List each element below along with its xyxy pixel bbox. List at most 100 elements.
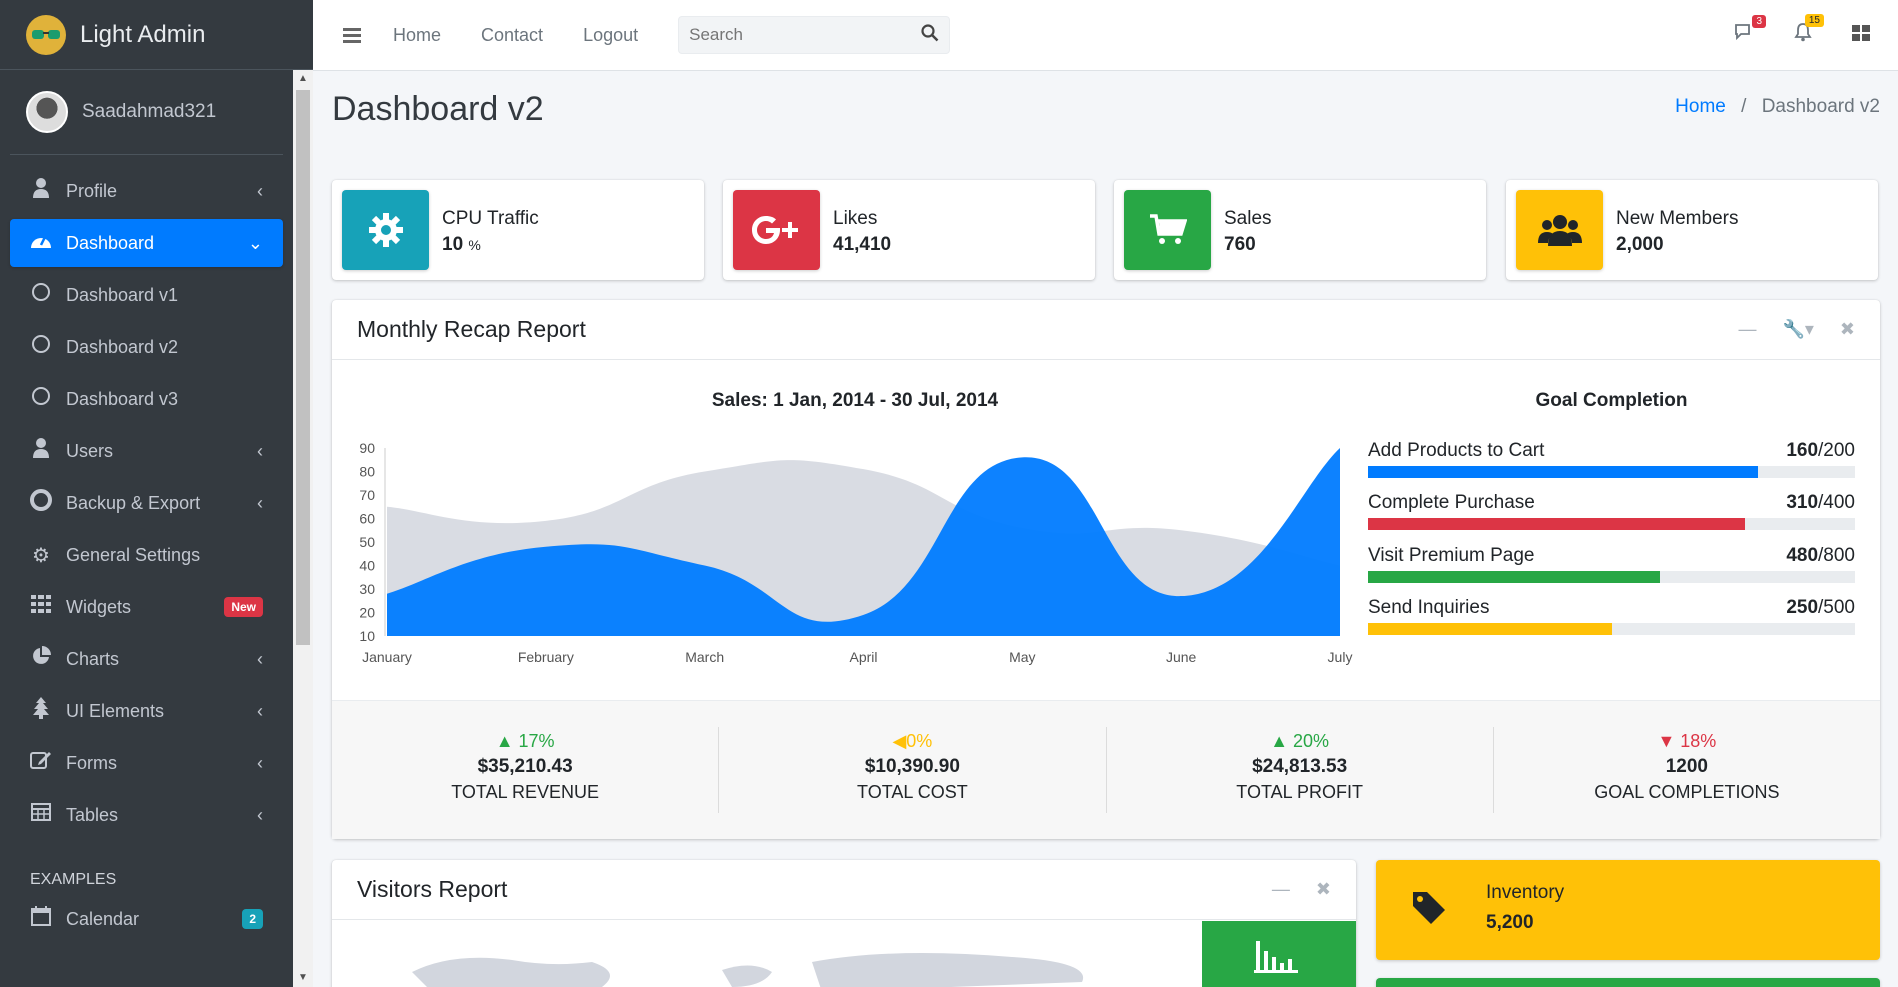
sidebar-item-label: Backup & Export xyxy=(66,492,201,513)
sidebar-item-label: Dashboard xyxy=(66,232,155,253)
scrollbar-thumb[interactable] xyxy=(296,90,310,645)
sidebar-item-tables[interactable]: Tables ‹ xyxy=(10,791,283,839)
y-tick-label: 20 xyxy=(359,605,375,621)
topbar: Home Contact Logout 3 15 xyxy=(313,0,1898,71)
stat-percent: ▼ 18% xyxy=(1657,731,1717,751)
user-icon xyxy=(28,178,54,204)
stat-percent: ◀0% xyxy=(892,731,933,751)
caret-up-icon: ▲ xyxy=(495,731,514,751)
goal-progress: Send Inquiries 250/500 xyxy=(1368,597,1855,635)
x-tick-label: February xyxy=(518,649,574,665)
inventory-box: Inventory 5,200 xyxy=(1376,860,1880,960)
sidebar-item-backup-export[interactable]: Backup & Export ‹ xyxy=(10,479,283,527)
x-tick-label: July xyxy=(1328,649,1353,665)
pie-chart-icon xyxy=(28,646,54,672)
sidebar-item-profile[interactable]: Profile ‹ xyxy=(10,167,283,215)
circle-icon xyxy=(28,283,54,307)
stat-label: GOAL COMPLETIONS xyxy=(1594,782,1780,802)
inventory-value: 5,200 xyxy=(1486,912,1534,933)
menu-toggle-icon[interactable] xyxy=(343,25,361,46)
breadcrumb: Home / Dashboard v2 xyxy=(1675,96,1880,118)
stat-total-profit: ▲ 20% $24,813.53 TOTAL PROFIT xyxy=(1107,727,1494,813)
sidebar-nav: Profile ‹ Dashboard ⌄ Dashboard v1 Dashb… xyxy=(0,155,293,839)
nav-link-contact[interactable]: Contact xyxy=(481,25,543,46)
sidebar-item-charts[interactable]: Charts ‹ xyxy=(10,635,283,683)
stat-amount: 1200 xyxy=(1665,756,1709,777)
y-tick-label: 90 xyxy=(359,440,375,456)
sidebar-item-label: Charts xyxy=(66,648,120,669)
chevron-left-icon: ‹ xyxy=(257,804,263,825)
info-box-value: 760 xyxy=(1224,234,1256,255)
stat-goal-completions: ▼ 18% 1200 GOAL COMPLETIONS xyxy=(1494,727,1880,813)
goal-label: Send Inquiries xyxy=(1368,597,1490,618)
stat-total-revenue: ▲ 17% $35,210.43 TOTAL REVENUE xyxy=(332,727,720,813)
nav-link-home[interactable]: Home xyxy=(393,25,441,46)
info-box-label: CPU Traffic xyxy=(442,208,539,229)
y-tick-label: 30 xyxy=(359,581,375,597)
close-icon[interactable]: ✖ xyxy=(1840,319,1855,340)
sidebar: Light Admin Saadahmad321 Profile ‹ Dashb… xyxy=(0,0,313,987)
sidebar-item-general-settings[interactable]: ⚙ General Settings xyxy=(10,531,283,579)
sidebar-item-dashboard[interactable]: Dashboard ⌄ xyxy=(10,219,283,267)
scroll-up-icon[interactable]: ▲ xyxy=(293,70,313,88)
sidebar-item-ui-elements[interactable]: UI Elements ‹ xyxy=(10,687,283,735)
search-input[interactable] xyxy=(679,25,912,45)
breadcrumb-home[interactable]: Home xyxy=(1675,96,1726,117)
search-icon[interactable] xyxy=(911,23,949,47)
tag-icon xyxy=(1411,890,1447,931)
sidebar-item-label: Calendar xyxy=(66,908,140,929)
wrench-icon[interactable]: 🔧▾ xyxy=(1782,319,1813,340)
goal-value: 480/800 xyxy=(1786,545,1855,566)
info-box-label: New Members xyxy=(1616,208,1739,229)
goal-completion-title: Goal Completion xyxy=(1535,390,1688,411)
close-icon[interactable]: ✖ xyxy=(1316,879,1331,900)
sidebar-item-dashboard-v1[interactable]: Dashboard v1 xyxy=(10,271,283,319)
nav-link-logout[interactable]: Logout xyxy=(583,25,638,46)
breadcrumb-separator: / xyxy=(1741,96,1747,117)
life-ring-icon xyxy=(28,489,54,517)
circle-icon xyxy=(28,335,54,359)
sidebar-item-forms[interactable]: Forms ‹ xyxy=(10,739,283,787)
brand-link[interactable]: Light Admin xyxy=(0,0,313,70)
nav-section-header: EXAMPLES xyxy=(30,871,117,888)
search-box xyxy=(678,16,951,54)
user-name[interactable]: Saadahmad321 xyxy=(82,101,216,123)
y-tick-label: 70 xyxy=(359,487,375,503)
goal-value: 310/400 xyxy=(1786,492,1855,513)
sidebar-item-users[interactable]: Users ‹ xyxy=(10,427,283,475)
new-badge: New xyxy=(224,597,263,617)
sidebar-item-dashboard-v2[interactable]: Dashboard v2 xyxy=(10,323,283,371)
y-tick-label: 40 xyxy=(359,558,375,574)
goal-label: Visit Premium Page xyxy=(1368,545,1535,566)
stat-amount: $24,813.53 xyxy=(1252,756,1348,777)
user-panel[interactable]: Saadahmad321 xyxy=(10,70,283,155)
brand-logo-icon xyxy=(26,14,66,55)
minus-icon[interactable]: ― xyxy=(1272,879,1290,900)
info-box-members: New Members 2,000 xyxy=(1506,180,1878,280)
tachometer-icon xyxy=(28,231,54,255)
stat-label: TOTAL REVENUE xyxy=(451,782,599,802)
shopping-cart-icon xyxy=(1124,190,1211,270)
apps-grid-icon[interactable] xyxy=(1852,24,1870,47)
messages-icon[interactable]: 3 xyxy=(1734,15,1766,47)
stat-label: TOTAL PROFIT xyxy=(1236,782,1363,802)
notifications-count-badge: 15 xyxy=(1804,14,1824,27)
scroll-down-icon[interactable]: ▼ xyxy=(293,969,313,987)
bell-icon[interactable]: 15 xyxy=(1794,14,1824,48)
goal-progress-fill xyxy=(1368,518,1746,530)
goal-progress-fill xyxy=(1368,571,1661,583)
chevron-left-icon: ‹ xyxy=(257,648,263,669)
sidebar-item-calendar[interactable]: Calendar 2 xyxy=(10,895,283,943)
gear-icon xyxy=(342,190,429,270)
goal-progress-fill xyxy=(1368,623,1612,635)
sidebar-item-dashboard-v3[interactable]: Dashboard v3 xyxy=(10,375,283,423)
minus-icon[interactable]: ― xyxy=(1738,319,1756,340)
info-box-label: Likes xyxy=(833,208,878,229)
users-icon xyxy=(1516,190,1603,270)
sidebar-item-widgets[interactable]: Widgets New xyxy=(10,583,283,631)
y-tick-label: 10 xyxy=(359,628,375,644)
stat-label: TOTAL COST xyxy=(857,782,968,802)
goal-progress: Visit Premium Page 480/800 xyxy=(1368,545,1855,583)
sidebar-scrollbar[interactable]: ▲ ▼ xyxy=(293,70,313,987)
user-icon xyxy=(28,438,54,464)
